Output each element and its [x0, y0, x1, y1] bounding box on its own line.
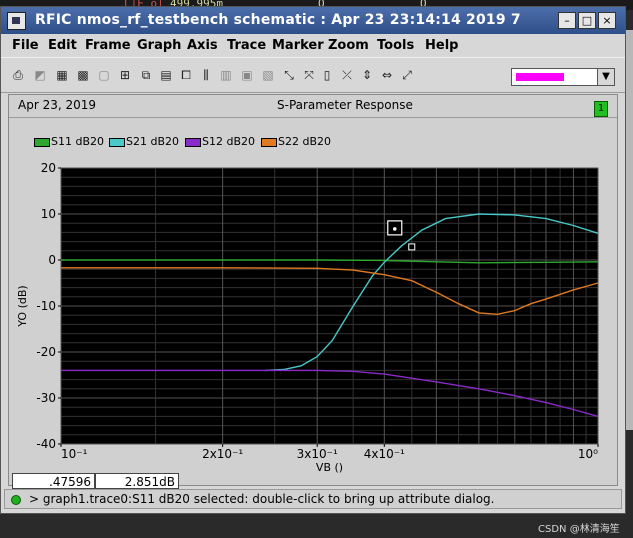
frame-icon[interactable]: ⊞ — [117, 67, 133, 83]
copy-icon[interactable]: ⧉ — [138, 67, 154, 83]
background-window-edge — [626, 30, 633, 430]
strip-icon[interactable]: ▤ — [158, 67, 174, 83]
menu-zoom[interactable]: Zoom — [328, 38, 369, 53]
status-indicator-icon — [11, 495, 21, 505]
maximize-button[interactable]: □ — [578, 12, 596, 29]
menu-file[interactable]: File — [12, 38, 39, 53]
menu-frame[interactable]: Frame — [85, 38, 131, 53]
cross-icon[interactable]: ⤫ — [339, 67, 355, 83]
menu-edit[interactable]: Edit — [48, 38, 77, 53]
menu-tools[interactable]: Tools — [377, 38, 414, 53]
menu-graph[interactable]: Graph — [137, 38, 181, 53]
y-tick-label: -40 — [36, 437, 56, 451]
y-tick-label: -10 — [36, 299, 56, 313]
x-readout-field[interactable]: .47596 — [12, 473, 95, 489]
fit-icon[interactable]: ⤢ — [399, 67, 415, 83]
calculator-icon[interactable]: ▯ — [319, 67, 335, 83]
minimize-button[interactable]: – — [558, 12, 576, 29]
trace-color-swatch — [516, 73, 564, 81]
select-icon[interactable]: ▧ — [260, 67, 276, 83]
pointer-icon[interactable]: ⤡ — [281, 67, 297, 83]
close-button[interactable]: × — [598, 12, 616, 29]
chevron-down-icon[interactable]: ▼ — [597, 69, 614, 85]
trace-marker — [408, 243, 416, 251]
chart-panel: Apr 23, 2019 S-Parameter Response 1 S11 … — [8, 94, 618, 486]
printer-icon[interactable]: ⎙ — [10, 67, 26, 83]
y-tick-label: -30 — [36, 391, 56, 405]
grid-icon[interactable]: ▦ — [54, 67, 70, 83]
watermark-text: CSDN @林清海笙 — [538, 524, 620, 535]
ruler-icon[interactable]: ▥ — [218, 67, 234, 83]
y-readout-field[interactable]: 2.851dB — [95, 473, 179, 489]
x-tick-label: 3x10⁻¹ — [297, 447, 338, 461]
graph-icon[interactable]: ◩ — [32, 67, 48, 83]
y-tick-label: 20 — [41, 161, 56, 175]
status-message: > graph1.trace0:S11 dB20 selected: doubl… — [29, 492, 495, 506]
x-tick-label: 2x10⁻¹ — [202, 447, 243, 461]
y-tick-label: 10 — [41, 207, 56, 221]
y-tick-label: -20 — [36, 345, 56, 359]
x-tick-label: 10⁻¹ — [61, 447, 88, 461]
grid-dense-icon[interactable]: ▩ — [75, 67, 91, 83]
x-tick-label: 10⁰ — [578, 447, 598, 461]
split-horizontal-icon[interactable]: ⇕ — [359, 67, 375, 83]
table-icon[interactable]: ▣ — [239, 67, 255, 83]
cross-pointer-icon[interactable]: ⤧ — [301, 67, 317, 83]
window-title: RFIC nmos_rf_testbench schematic : Apr 2… — [35, 12, 521, 28]
status-bar: > graph1.trace0:S11 dB20 selected: doubl… — [4, 489, 622, 509]
menu-trace[interactable]: Trace — [227, 38, 266, 53]
menu-marker[interactable]: Marker — [272, 38, 324, 53]
window-menu-icon[interactable] — [7, 12, 26, 30]
menu-help[interactable]: Help — [425, 38, 458, 53]
split-vertical-icon[interactable]: ⇔ — [379, 67, 395, 83]
x-axis-label: VB () — [316, 461, 343, 474]
menu-bar: File Edit Frame Graph Axis Trace Marker … — [1, 34, 625, 56]
y-tick-label: 0 — [48, 253, 56, 267]
title-bar[interactable]: RFIC nmos_rf_testbench schematic : Apr 2… — [1, 7, 625, 34]
blank-icon[interactable]: ▢ — [96, 67, 112, 83]
bars-icon[interactable]: ⫼ — [198, 67, 214, 83]
s-parameter-plot[interactable]: 20 10 0 -10 -20 -30 -40 10⁻¹ 2x10⁻¹ 3x10⁻¹ 4x10⁻¹ 1… — [9, 95, 617, 485]
waveform-window: RFIC nmos_rf_testbench schematic : Apr 2… — [0, 6, 626, 514]
y-axis-label: YO (dB) — [16, 285, 29, 327]
layout-icon[interactable]: ⧠ — [178, 67, 194, 83]
marker-label-dot — [392, 227, 397, 231]
menu-axis[interactable]: Axis — [187, 38, 218, 53]
x-tick-label: 4x10⁻¹ — [364, 447, 405, 461]
toolbar: ⎙ ◩ ▦ ▩ ▢ ⊞ ⧉ ▤ ⧠ ⫼ ▥ ▣ ▧ ⤡ ⤧ ▯ ⤫ ⇕ ⇔ ⤢ … — [1, 57, 625, 93]
trace-color-select[interactable]: ▼ — [511, 68, 615, 86]
